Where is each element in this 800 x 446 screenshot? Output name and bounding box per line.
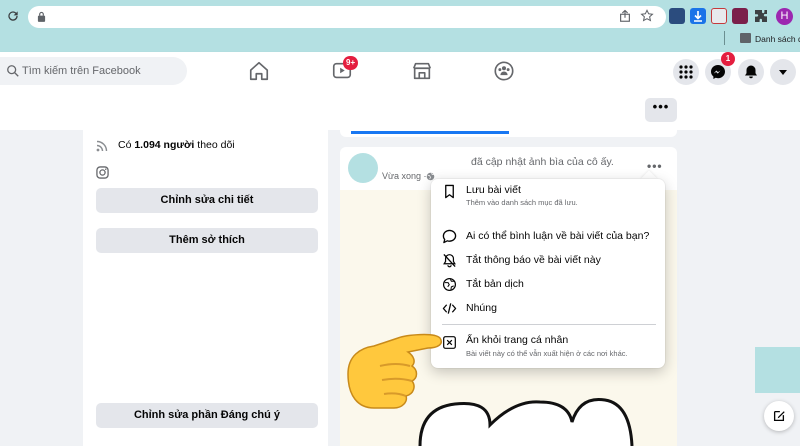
menu-button[interactable] bbox=[673, 59, 699, 85]
star-icon[interactable] bbox=[640, 9, 654, 23]
add-hobbies-button[interactable]: Thêm sở thích bbox=[96, 228, 318, 253]
globe-icon bbox=[442, 277, 457, 292]
followers-count: 1.094 người bbox=[134, 139, 195, 151]
followers-text: Có 1.094 người theo dõi bbox=[118, 139, 235, 151]
notifications-button[interactable] bbox=[738, 59, 764, 85]
puzzle-icon[interactable] bbox=[753, 8, 769, 24]
facebook-header: Tìm kiếm trên Facebook 9+ 1 bbox=[0, 52, 800, 91]
profile-avatar[interactable]: H bbox=[776, 8, 793, 25]
edit-details-button[interactable]: Chỉnh sửa chi tiết bbox=[96, 188, 318, 213]
menu-item-save-post[interactable]: Lưu bài viết Thêm vào danh sách mục đã l… bbox=[442, 184, 656, 210]
marketplace-icon[interactable] bbox=[411, 60, 433, 82]
messenger-badge: 1 bbox=[721, 52, 735, 66]
instagram-icon[interactable] bbox=[96, 166, 109, 179]
download-icon[interactable] bbox=[690, 8, 706, 24]
bell-off-icon bbox=[443, 253, 456, 268]
new-message-button[interactable] bbox=[764, 401, 794, 431]
menu-item-turn-off-notifications[interactable]: Tắt thông báo về bài viết này bbox=[442, 253, 656, 269]
lock-icon bbox=[37, 11, 46, 22]
post-timestamp[interactable]: Vừa xong · bbox=[382, 171, 427, 181]
bookmark-folder[interactable]: Danh sách đ bbox=[724, 31, 800, 45]
search-placeholder: Tìm kiếm trên Facebook bbox=[22, 65, 141, 77]
tab-indicator bbox=[351, 131, 509, 134]
extension-4-icon[interactable] bbox=[732, 8, 748, 24]
menu-item-who-can-comment[interactable]: Ai có thể bình luận về bài viết của bạn? bbox=[442, 229, 656, 245]
pointing-hand-icon bbox=[347, 333, 442, 409]
followers-suffix: theo dõi bbox=[194, 139, 235, 151]
browser-toolbar: H Danh sách đ bbox=[0, 0, 800, 52]
menu-item-hide-from-profile[interactable]: Ẩn khỏi trang cá nhân Bài viết này có th… bbox=[442, 334, 656, 360]
edit-featured-button[interactable]: Chỉnh sửa phần Đáng chú ý bbox=[96, 403, 318, 428]
teal-overlay bbox=[755, 347, 800, 393]
folder-icon bbox=[740, 33, 751, 43]
menu-item-label: Tắt bản dịch bbox=[466, 278, 524, 290]
intro-card bbox=[83, 130, 328, 446]
search-icon bbox=[7, 65, 19, 77]
home-icon[interactable] bbox=[248, 60, 270, 82]
profile-action-strip bbox=[0, 91, 800, 130]
menu-item-label: Ai có thể bình luận về bài viết của bạn? bbox=[466, 230, 650, 242]
share-icon[interactable] bbox=[618, 9, 632, 23]
menu-divider bbox=[442, 324, 656, 325]
bookmark-separator bbox=[724, 31, 725, 45]
menu-item-sub: Thêm vào danh sách mục đã lưu. bbox=[466, 198, 578, 207]
groups-icon[interactable] bbox=[493, 60, 515, 82]
hide-box-icon bbox=[443, 336, 456, 349]
menu-item-label: Nhúng bbox=[466, 302, 497, 314]
menu-item-sub: Bài viết này có thể vẫn xuất hiện ở các … bbox=[466, 349, 628, 358]
rss-icon bbox=[96, 140, 108, 152]
bookmark-label: Danh sách đ bbox=[755, 34, 800, 44]
post-author-avatar[interactable] bbox=[348, 153, 378, 183]
profile-more-button[interactable]: ••• bbox=[645, 98, 677, 122]
menu-item-label: Ẩn khỏi trang cá nhân bbox=[466, 334, 569, 346]
menu-item-label: Lưu bài viết bbox=[466, 184, 521, 196]
reload-icon[interactable] bbox=[6, 9, 22, 25]
menu-item-turn-off-translation[interactable]: Tắt bản dịch bbox=[442, 277, 656, 293]
bell-icon bbox=[745, 65, 757, 79]
caret-down-icon bbox=[779, 70, 787, 75]
bookmark-icon bbox=[445, 184, 454, 199]
menu-item-embed[interactable]: Nhúng bbox=[442, 301, 656, 317]
watch-badge: 9+ bbox=[343, 56, 359, 70]
menu-item-label: Tắt thông báo về bài viết này bbox=[466, 254, 601, 266]
compose-icon bbox=[773, 410, 785, 422]
address-bar[interactable] bbox=[28, 6, 666, 28]
account-button[interactable] bbox=[770, 59, 796, 85]
extension-1-icon[interactable] bbox=[669, 8, 685, 24]
messenger-button[interactable]: 1 bbox=[705, 52, 735, 85]
code-icon bbox=[442, 303, 457, 314]
messenger-icon bbox=[711, 65, 725, 79]
watch-tab[interactable]: 9+ bbox=[331, 56, 359, 82]
extension-3-icon[interactable] bbox=[711, 8, 727, 24]
comment-icon bbox=[442, 229, 457, 244]
grid-icon bbox=[679, 65, 693, 79]
followers-prefix: Có bbox=[118, 139, 135, 151]
composer-card bbox=[340, 130, 677, 137]
search-input[interactable]: Tìm kiếm trên Facebook bbox=[0, 57, 187, 85]
post-title: đã cập nhật ảnh bìa của cô ấy. bbox=[471, 156, 614, 168]
